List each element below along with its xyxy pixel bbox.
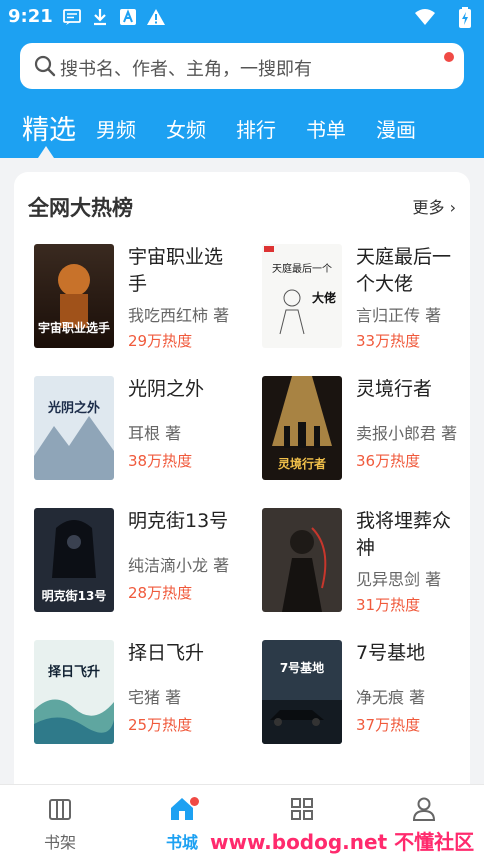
search-icon: [34, 55, 56, 77]
book-author: 净无痕 著: [356, 688, 426, 707]
watermark-text: www.bodog.net 不懂社区: [210, 830, 475, 854]
nav-bookshelf[interactable]: 书架: [20, 795, 100, 857]
wifi-icon: [414, 7, 436, 27]
warning-icon: [146, 7, 166, 27]
book-title: 我将埋葬众神: [356, 510, 452, 559]
book-cover[interactable]: 7号基地: [262, 640, 342, 744]
search-input[interactable]: 搜书名、作者、主角，一搜即有: [60, 55, 312, 81]
book-cover[interactable]: 光阴之外: [34, 376, 114, 480]
book-cover[interactable]: 明克街13号: [34, 508, 114, 612]
book-author: 我吃西红柿 著: [128, 306, 230, 325]
chevron-right-icon: ›: [444, 198, 456, 217]
cover-title: 天庭最后一个: [272, 262, 332, 275]
book-author: 耳根 著: [128, 424, 182, 443]
download-icon: [90, 7, 110, 27]
header: 9:21 搜书名、作者、主角，一搜即有 精选 男频 女频 排行 书单 漫画: [0, 0, 484, 158]
book-heat: 37万热度: [356, 716, 421, 734]
cover-title: 光阴之外: [47, 400, 100, 416]
active-tab-indicator: [38, 146, 54, 158]
grid-category-icon: [291, 798, 313, 820]
book-cover[interactable]: 宇宙职业选手: [34, 244, 114, 348]
book-title: 7号基地: [356, 642, 426, 664]
category-tabs: 精选 男频 女频 排行 书单 漫画: [0, 108, 484, 150]
book-cover[interactable]: 天庭最后一个大佬: [262, 244, 342, 348]
book-title: 灵境行者: [356, 378, 433, 400]
book-heat: 38万热度: [128, 452, 193, 470]
book-heat: 31万热度: [356, 596, 421, 614]
book-author: 纯洁滴小龙 著: [128, 556, 230, 575]
tab-ranking[interactable]: 排行: [236, 114, 276, 143]
cover-subtitle: 大佬: [312, 290, 336, 305]
book-item[interactable]: 7号基地 7号基地 净无痕 著 37万热度: [256, 640, 466, 750]
nav-label: 书架: [43, 833, 76, 852]
user-profile-icon: [412, 797, 436, 821]
status-bar: 9:21: [0, 0, 484, 34]
more-label: 更多: [412, 198, 445, 217]
cover-title: 明克街13号: [42, 588, 107, 603]
book-cover[interactable]: 灵境行者: [262, 376, 342, 480]
book-title: 择日飞升: [128, 642, 205, 664]
tab-booklist[interactable]: 书单: [306, 114, 346, 143]
hot-ranking-card: 全网大热榜 更多 › 宇宙职业选手 宇宙职业选手 我吃西红柿 著 29万热度 天…: [14, 172, 470, 812]
book-item[interactable]: 择日飞升 择日飞升 宅猪 著 25万热度: [28, 640, 238, 750]
book-title: 光阴之外: [128, 378, 205, 400]
section-title: 全网大热榜: [28, 196, 133, 220]
tab-female[interactable]: 女频: [166, 114, 206, 143]
cover-title: 7号基地: [280, 660, 324, 675]
book-item[interactable]: 光阴之外 光阴之外 耳根 著 38万热度: [28, 376, 238, 486]
bookshelf-icon: [49, 799, 71, 820]
book-title: 明克街13号: [128, 510, 229, 532]
book-heat: 25万热度: [128, 716, 193, 734]
book-title: 天庭最后一个大佬: [356, 246, 452, 295]
book-item[interactable]: 天庭最后一个 大佬 天庭最后一个大佬 言归正传 著 33万热度: [256, 244, 466, 354]
cover-title: 择日飞升: [48, 664, 100, 680]
book-author: 言归正传 著: [356, 306, 442, 325]
book-author: 宅猪 著: [128, 688, 182, 707]
more-link[interactable]: 更多 ›: [413, 194, 457, 218]
book-item[interactable]: 灵境行者 灵境行者 卖报小郎君 著 36万热度: [256, 376, 466, 486]
book-item[interactable]: 我将埋葬众神 见异思剑 著 31万热度: [256, 508, 466, 618]
book-cover[interactable]: [262, 508, 342, 612]
battery-icon: [458, 7, 472, 28]
cover-title: 灵境行者: [278, 456, 326, 471]
book-item[interactable]: 明克街13号 明克街13号 纯洁滴小龙 著 28万热度: [28, 508, 238, 618]
book-heat: 33万热度: [356, 332, 421, 350]
search-bar[interactable]: 搜书名、作者、主角，一搜即有: [20, 43, 464, 89]
book-item[interactable]: 宇宙职业选手 宇宙职业选手 我吃西红柿 著 29万热度: [28, 244, 238, 354]
book-cover[interactable]: 择日飞升: [34, 640, 114, 744]
font-app-icon: [118, 7, 138, 27]
cover-title: 宇宙职业选手: [38, 320, 110, 335]
notification-dot: [190, 797, 199, 806]
tab-male[interactable]: 男频: [96, 114, 136, 143]
book-heat: 36万热度: [356, 452, 421, 470]
book-heat: 28万热度: [128, 584, 193, 602]
status-time: 9:21: [8, 6, 53, 27]
book-heat: 29万热度: [128, 332, 193, 350]
tab-featured[interactable]: 精选: [22, 108, 76, 147]
book-author: 见异思剑 著: [356, 570, 442, 589]
book-author: 卖报小郎君 著: [356, 424, 458, 443]
notification-dot: [444, 52, 454, 62]
message-icon: [62, 7, 82, 27]
book-title: 宇宙职业选手: [128, 246, 224, 295]
tab-comics[interactable]: 漫画: [376, 114, 416, 143]
